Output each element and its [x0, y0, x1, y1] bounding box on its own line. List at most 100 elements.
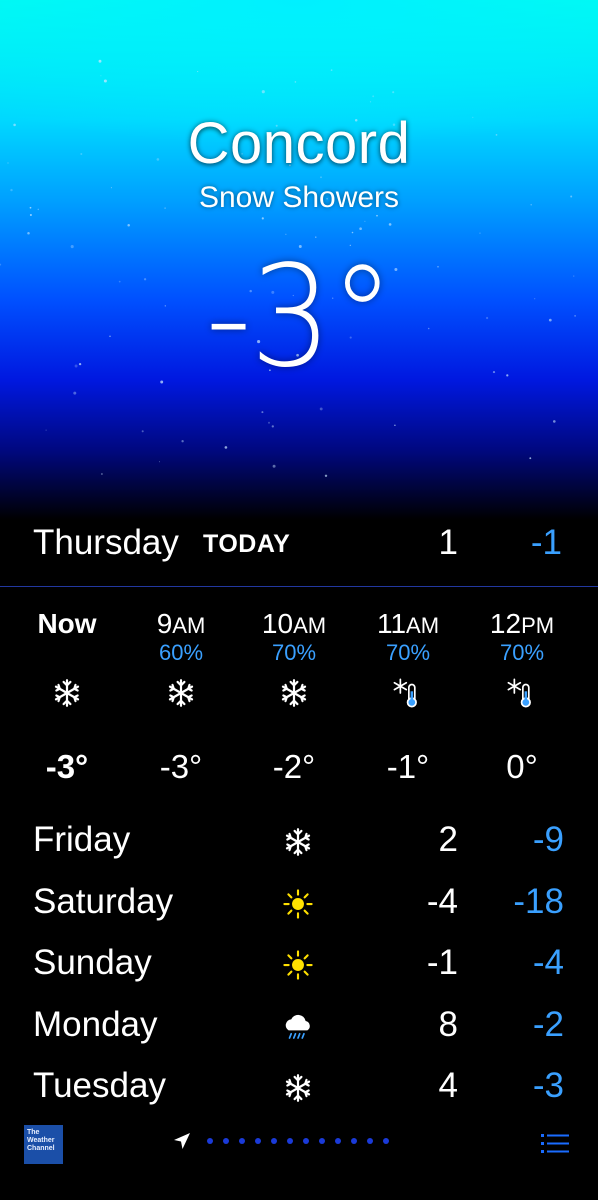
hourly-item: 9AM 60% -3°: [126, 600, 236, 786]
hourly-icon-wrap: [467, 668, 577, 718]
page-dot[interactable]: [319, 1138, 325, 1144]
hourly-time: 12PM: [467, 600, 577, 639]
hourly-icon-wrap: [12, 668, 122, 718]
daily-row: Tuesday 4 -3: [0, 1058, 598, 1120]
star: [0, 263, 2, 266]
star: [285, 233, 287, 235]
location-arrow-icon[interactable]: [173, 1132, 191, 1150]
star: [324, 474, 328, 477]
hourly-icon-wrap: [353, 668, 463, 718]
current-temperature: -3°: [205, 236, 394, 399]
snowflake-icon: [281, 679, 307, 707]
page-dot[interactable]: [271, 1138, 277, 1144]
star: [27, 231, 30, 235]
star: [141, 430, 144, 433]
page-dot[interactable]: [207, 1138, 213, 1144]
star: [294, 81, 297, 83]
hourly-item: 10AM 70% -2°: [239, 600, 349, 786]
today-summary-row: Thursday TODAY 1 -1: [0, 515, 598, 573]
snowflake-icon: [285, 828, 311, 856]
hourly-time-ampm: AM: [406, 613, 440, 638]
star: [261, 90, 265, 94]
star: [197, 71, 199, 73]
page-dot[interactable]: [287, 1138, 293, 1144]
page-dot[interactable]: [239, 1138, 245, 1144]
hourly-precip-chance: 70%: [271, 640, 317, 665]
daily-day-name: Monday: [33, 1004, 158, 1044]
star: [574, 315, 576, 317]
divider: [0, 586, 598, 587]
page-dot[interactable]: [383, 1138, 389, 1144]
page-dot[interactable]: [351, 1138, 357, 1144]
star: [158, 461, 161, 463]
hourly-item: 12PM 70% 0°: [467, 600, 577, 786]
page-dot[interactable]: [367, 1138, 373, 1144]
star: [100, 75, 102, 77]
star: [100, 473, 103, 475]
sun-icon: [283, 888, 313, 919]
daily-high: -4: [426, 881, 458, 921]
star: [529, 457, 532, 460]
daily-icon-wrap: [278, 820, 318, 864]
star: [369, 101, 372, 103]
hourly-time-number: 12: [489, 608, 522, 639]
page-dot[interactable]: [223, 1138, 229, 1144]
weather-screen: Concord Snow Showers -3° Thursday TODAY …: [0, 0, 598, 1200]
page-dot[interactable]: [335, 1138, 341, 1144]
today-high: 1: [438, 523, 458, 562]
star: [330, 69, 333, 71]
daily-low: -18: [513, 881, 564, 921]
daily-row: Monday 8 -2: [0, 997, 598, 1059]
daily-icon-wrap: [278, 882, 318, 926]
hourly-temperature: 0°: [506, 748, 538, 785]
daily-icon-wrap: [278, 1005, 318, 1049]
daily-day-name: Tuesday: [33, 1066, 166, 1105]
page-indicator[interactable]: [207, 1138, 389, 1144]
sun-icon: [283, 950, 313, 980]
daily-row: Friday 2 -9: [0, 812, 598, 874]
star: [359, 227, 362, 231]
star: [372, 95, 375, 98]
hourly-time: Now: [12, 600, 122, 639]
star: [394, 424, 396, 426]
rain-cloud-icon: [285, 1014, 310, 1039]
star: [376, 214, 378, 217]
snowflake-icon: [54, 679, 80, 707]
daily-low: -9: [532, 820, 564, 859]
star: [224, 446, 228, 449]
hourly-temperature: -2°: [272, 748, 316, 785]
page-dot[interactable]: [255, 1138, 261, 1144]
star: [181, 440, 184, 443]
daily-day-name: Sunday: [33, 943, 152, 982]
hourly-precip-chance: 70%: [385, 640, 431, 665]
daily-low: -2: [532, 1004, 564, 1044]
today-label: TODAY: [203, 530, 291, 558]
hourly-temperature: -3°: [45, 748, 89, 785]
city-list-icon[interactable]: [541, 1132, 571, 1156]
star: [127, 224, 130, 227]
snow-thermometer-icon: [507, 678, 531, 708]
bottom-toolbar: The Weather Channel: [0, 1118, 598, 1178]
current-condition: Snow Showers: [198, 181, 400, 214]
logo-line-1: The: [27, 1129, 40, 1136]
hourly-forecast[interactable]: Now -3° 9AM 60% -3° 10AM 70% -2° 11AM 70% -1° 12PM 7…: [0, 600, 598, 790]
snowflake-icon: [168, 679, 194, 707]
star: [392, 91, 395, 94]
weather-channel-logo[interactable]: The Weather Channel: [24, 1125, 63, 1164]
daily-high: 4: [438, 1066, 458, 1105]
hourly-time-ampm: AM: [293, 613, 327, 638]
star: [271, 425, 274, 428]
today-day-name: Thursday: [33, 523, 179, 562]
star: [45, 429, 47, 431]
hourly-temperature: -3°: [159, 748, 203, 785]
hourly-time: 10AM: [239, 600, 349, 639]
hourly-icon-wrap: [239, 668, 349, 718]
daily-forecast[interactable]: Friday 2 -9 Saturday -4 -18 Sunday -1 -4 Monday 8 -…: [0, 812, 598, 1120]
hourly-item: 11AM 70% -1°: [353, 600, 463, 786]
star: [479, 232, 481, 234]
hourly-time-number: 11: [376, 608, 407, 639]
hourly-item: Now -3°: [12, 600, 122, 786]
logo-line-2: Weather: [27, 1137, 55, 1144]
page-dot[interactable]: [303, 1138, 309, 1144]
star: [272, 464, 276, 468]
